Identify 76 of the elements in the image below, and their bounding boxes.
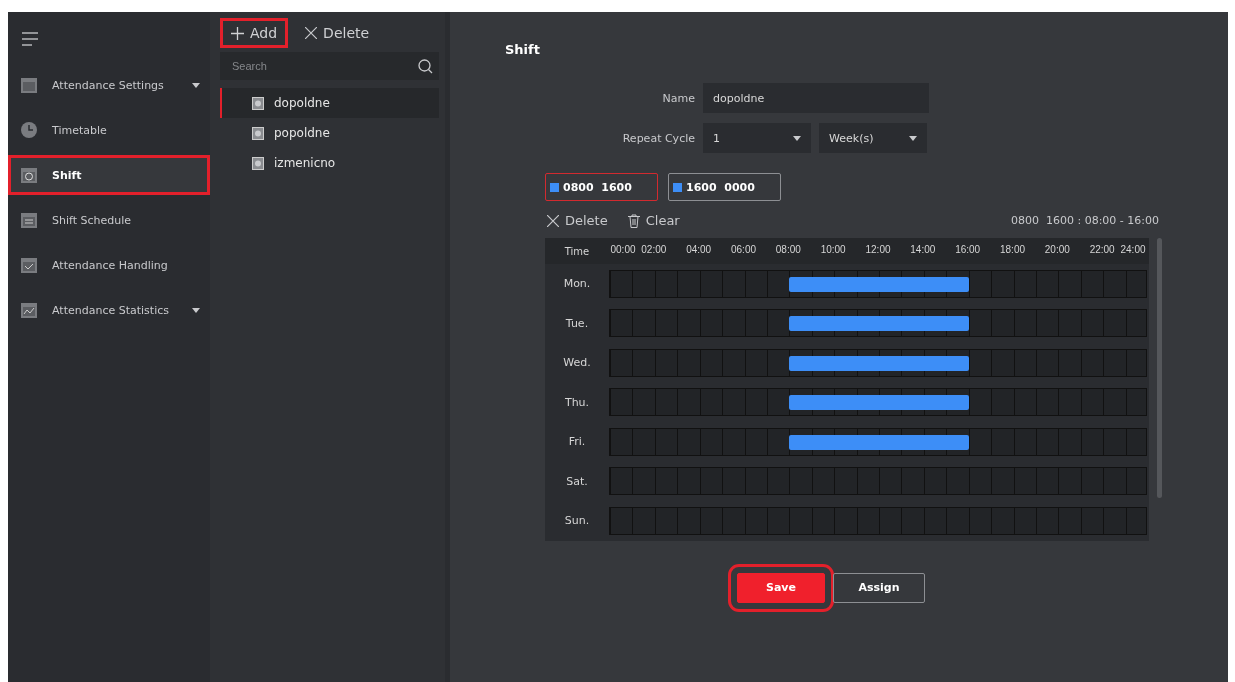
time-tick-label: 20:00 [1044, 244, 1070, 255]
caret-icon [793, 135, 801, 141]
menu-icon[interactable] [22, 32, 38, 46]
time-tick-label: 18:00 [1000, 244, 1025, 255]
calendar-icon [20, 76, 38, 94]
time-tick-label: 12:00 [865, 244, 891, 255]
shift-icon [252, 96, 264, 110]
section-title: Shift [505, 42, 541, 57]
time-header: Time [563, 245, 591, 257]
search-field[interactable]: Search [220, 52, 439, 80]
shift-list-item[interactable]: dopoldne [220, 88, 439, 118]
timetable-chip[interactable]: 0800 1600 [545, 173, 658, 201]
sidebar-item[interactable]: Attendance Statistics [8, 290, 210, 330]
time-tick-label: 04:00 [686, 244, 712, 255]
close-icon [547, 214, 559, 227]
time-segment[interactable] [789, 434, 969, 450]
day-timeline[interactable] [609, 427, 1147, 456]
trash-icon [627, 213, 640, 228]
caret-icon [192, 82, 200, 88]
day-label: Sun. [563, 514, 591, 528]
sidebar-item[interactable]: Attendance Handling [8, 245, 210, 285]
scrollbar[interactable] [1157, 238, 1162, 498]
day-timeline[interactable] [609, 269, 1147, 298]
time-tick-label: 08:00 [775, 244, 801, 255]
repeat-count-dropdown[interactable]: 1 [703, 123, 811, 153]
repeat-cycle-label: Repeat Cycle [621, 131, 695, 145]
plus-icon [231, 26, 244, 40]
shift-list-item[interactable]: popoldne [220, 118, 439, 148]
time-tick-label: 22:00 [1089, 244, 1115, 255]
delete-button[interactable]: Delete [547, 213, 608, 228]
sidebar-item[interactable]: Shift Schedule [8, 200, 210, 240]
timetable-summary: 0800 1600 : 08:00 - 16:00 [1010, 214, 1159, 227]
time-segment[interactable] [789, 276, 969, 292]
delete-button[interactable]: Delete [294, 18, 381, 48]
time-segment[interactable] [789, 316, 969, 332]
time-tick-label: 06:00 [731, 244, 756, 255]
day-timeline[interactable] [609, 388, 1147, 417]
clock-icon [20, 121, 38, 139]
day-label: Sat. [565, 474, 589, 488]
cycle-icon [20, 166, 38, 184]
caret-icon [909, 135, 917, 141]
calendar-list-icon [20, 211, 38, 229]
time-tick-label: 24:00 [1120, 244, 1146, 255]
shift-icon [252, 126, 264, 140]
close-icon [305, 27, 318, 39]
time-tick-label: 14:00 [910, 244, 936, 255]
timetable-chip[interactable]: 1600 0000 [668, 173, 781, 201]
day-label: Tue. [564, 316, 590, 330]
day-timeline[interactable] [609, 348, 1147, 377]
day-timeline[interactable] [609, 309, 1147, 338]
name-field[interactable]: dopoldne [703, 83, 929, 113]
assign-button[interactable]: Assign [833, 572, 925, 603]
time-tick-label: 10:00 [820, 244, 846, 255]
shift-icon [252, 156, 264, 170]
sidebar-item[interactable]: Attendance Settings [8, 65, 210, 105]
time-segment[interactable] [789, 395, 969, 411]
clear-button[interactable]: Clear [627, 213, 680, 228]
repeat-unit-dropdown[interactable]: Week(s) [819, 123, 927, 153]
day-label: Mon. [562, 277, 592, 291]
sidebar-item[interactable]: Shift [8, 155, 210, 195]
search-input[interactable]: Search [230, 51, 418, 81]
caret-icon [192, 307, 200, 313]
time-tick-label: 16:00 [955, 244, 981, 255]
sidebar-item[interactable]: Timetable [8, 110, 210, 150]
time-tick-label: 00:00 [610, 244, 636, 255]
search-icon[interactable] [418, 58, 433, 74]
name-label: Name [661, 91, 695, 105]
chart-icon [20, 301, 38, 319]
day-label: Wed. [562, 356, 592, 370]
time-segment[interactable] [789, 355, 969, 371]
day-label: Thu. [563, 395, 591, 409]
shift-list-item[interactable]: izmenicno [220, 148, 439, 178]
calendar-check-icon [20, 256, 38, 274]
time-tick-label: 02:00 [641, 244, 667, 255]
add-button[interactable]: Add [220, 18, 289, 48]
day-label: Fri. [567, 435, 587, 449]
